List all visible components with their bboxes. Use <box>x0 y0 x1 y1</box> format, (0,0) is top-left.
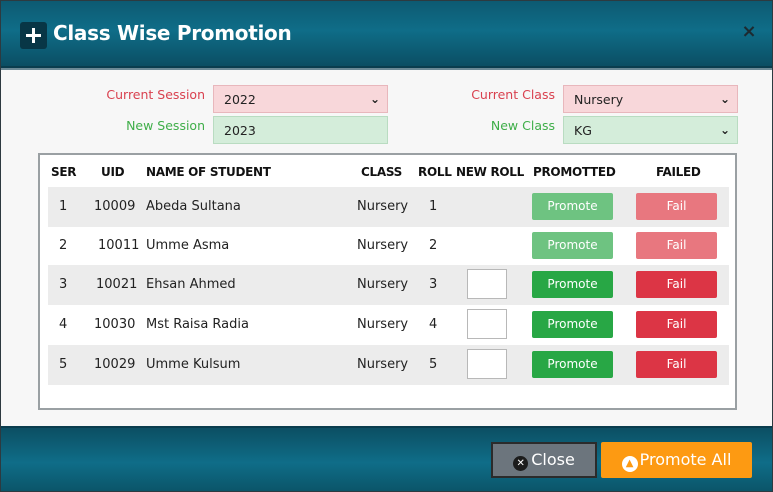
new-roll-input[interactable] <box>467 349 507 379</box>
cell-class: Nursery <box>357 199 409 214</box>
current-session-value: 2022 <box>224 92 256 107</box>
fail-button[interactable]: Fail <box>636 232 717 259</box>
new-class-label: New Class <box>490 118 555 133</box>
new-class-select[interactable]: KG ⌄ <box>563 116 738 144</box>
new-roll-input[interactable] <box>467 309 507 339</box>
promote-button[interactable]: Promote <box>532 193 613 220</box>
new-session-input[interactable]: 2023 <box>213 116 388 144</box>
plus-icon <box>20 22 47 49</box>
cell-uid: 10021 <box>96 277 138 292</box>
cell-ser: 2 <box>59 238 68 253</box>
table-row: 2 10011 Umme Asma Nursery 2 Promote Fail <box>48 226 729 266</box>
cell-name: Ehsan Ahmed <box>146 277 236 292</box>
new-roll-input[interactable] <box>467 269 507 299</box>
chevron-down-icon: ⌄ <box>369 92 380 106</box>
new-session-label: New Session <box>126 118 205 133</box>
cell-ser: 5 <box>59 357 68 372</box>
chevron-up-circle-icon: ▲ <box>621 456 638 472</box>
close-button-label: Close <box>531 450 575 469</box>
cell-roll: 3 <box>429 277 438 292</box>
cell-uid: 10029 <box>94 357 136 372</box>
close-icon[interactable]: × <box>740 23 758 41</box>
current-session-select[interactable]: 2022 ⌄ <box>213 85 388 113</box>
table-row: 5 10029 Umme Kulsum Nursery 5 Promote Fa… <box>48 345 729 385</box>
cell-ser: 3 <box>59 277 68 292</box>
promotion-modal: Class Wise Promotion × Current Session 2… <box>0 0 773 492</box>
header-roll: ROLL <box>418 165 452 179</box>
cell-roll: 5 <box>429 357 438 372</box>
cell-roll: 1 <box>429 199 438 214</box>
modal-header: Class Wise Promotion × <box>1 1 772 68</box>
header-new-roll: NEW ROLL <box>456 165 524 179</box>
header-promoted: PROMOTTED <box>533 165 616 179</box>
fail-button[interactable]: Fail <box>636 311 717 338</box>
cell-class: Nursery <box>357 277 409 292</box>
header-uid: UID <box>101 165 125 179</box>
cell-roll: 2 <box>429 238 438 253</box>
chevron-down-icon: ⌄ <box>719 123 730 137</box>
close-button[interactable]: ✕ Close <box>491 442 597 478</box>
cell-name: Umme Kulsum <box>146 357 241 372</box>
cell-class: Nursery <box>357 357 409 372</box>
cell-ser: 4 <box>59 317 68 332</box>
chevron-down-icon: ⌄ <box>719 92 730 106</box>
cell-uid: 10009 <box>94 199 136 214</box>
header-class: CLASS <box>361 165 402 179</box>
current-class-value: Nursery <box>574 92 624 107</box>
promote-all-label: Promote All <box>639 450 732 469</box>
cell-class: Nursery <box>357 317 409 332</box>
cell-name: Umme Asma <box>146 238 230 253</box>
new-session-value: 2023 <box>224 123 256 138</box>
students-table: SER UID NAME OF STUDENT CLASS ROLL NEW R… <box>38 153 737 410</box>
header-ser: SER <box>51 165 77 179</box>
cell-ser: 1 <box>59 199 68 214</box>
header-failed: FAILED <box>656 165 701 179</box>
current-session-label: Current Session <box>106 87 205 102</box>
close-circle-icon: ✕ <box>513 456 529 471</box>
promote-all-button[interactable]: ▲ Promote All <box>601 442 752 478</box>
cell-uid: 10030 <box>94 317 136 332</box>
cell-name: Abeda Sultana <box>146 199 241 214</box>
fail-button[interactable]: Fail <box>636 271 717 298</box>
header-name: NAME OF STUDENT <box>146 165 271 179</box>
promote-button[interactable]: Promote <box>532 311 613 338</box>
table-row: 4 10030 Mst Raisa Radia Nursery 4 Promot… <box>48 305 729 345</box>
modal-title: Class Wise Promotion <box>53 21 292 45</box>
cell-uid: 10011 <box>98 238 140 253</box>
promote-button[interactable]: Promote <box>532 232 613 259</box>
new-class-value: KG <box>574 123 592 138</box>
table-row: 3 10021 Ehsan Ahmed Nursery 3 Promote Fa… <box>48 265 729 305</box>
table-row: 1 10009 Abeda Sultana Nursery 1 Promote … <box>48 187 729 227</box>
current-class-select[interactable]: Nursery ⌄ <box>563 85 738 113</box>
promote-button[interactable]: Promote <box>532 271 613 298</box>
cell-class: Nursery <box>357 238 409 253</box>
cell-name: Mst Raisa Radia <box>146 317 249 332</box>
current-class-label: Current Class <box>471 87 555 102</box>
promote-button[interactable]: Promote <box>532 351 613 378</box>
fail-button[interactable]: Fail <box>636 351 717 378</box>
cell-roll: 4 <box>429 317 438 332</box>
fail-button[interactable]: Fail <box>636 193 717 220</box>
